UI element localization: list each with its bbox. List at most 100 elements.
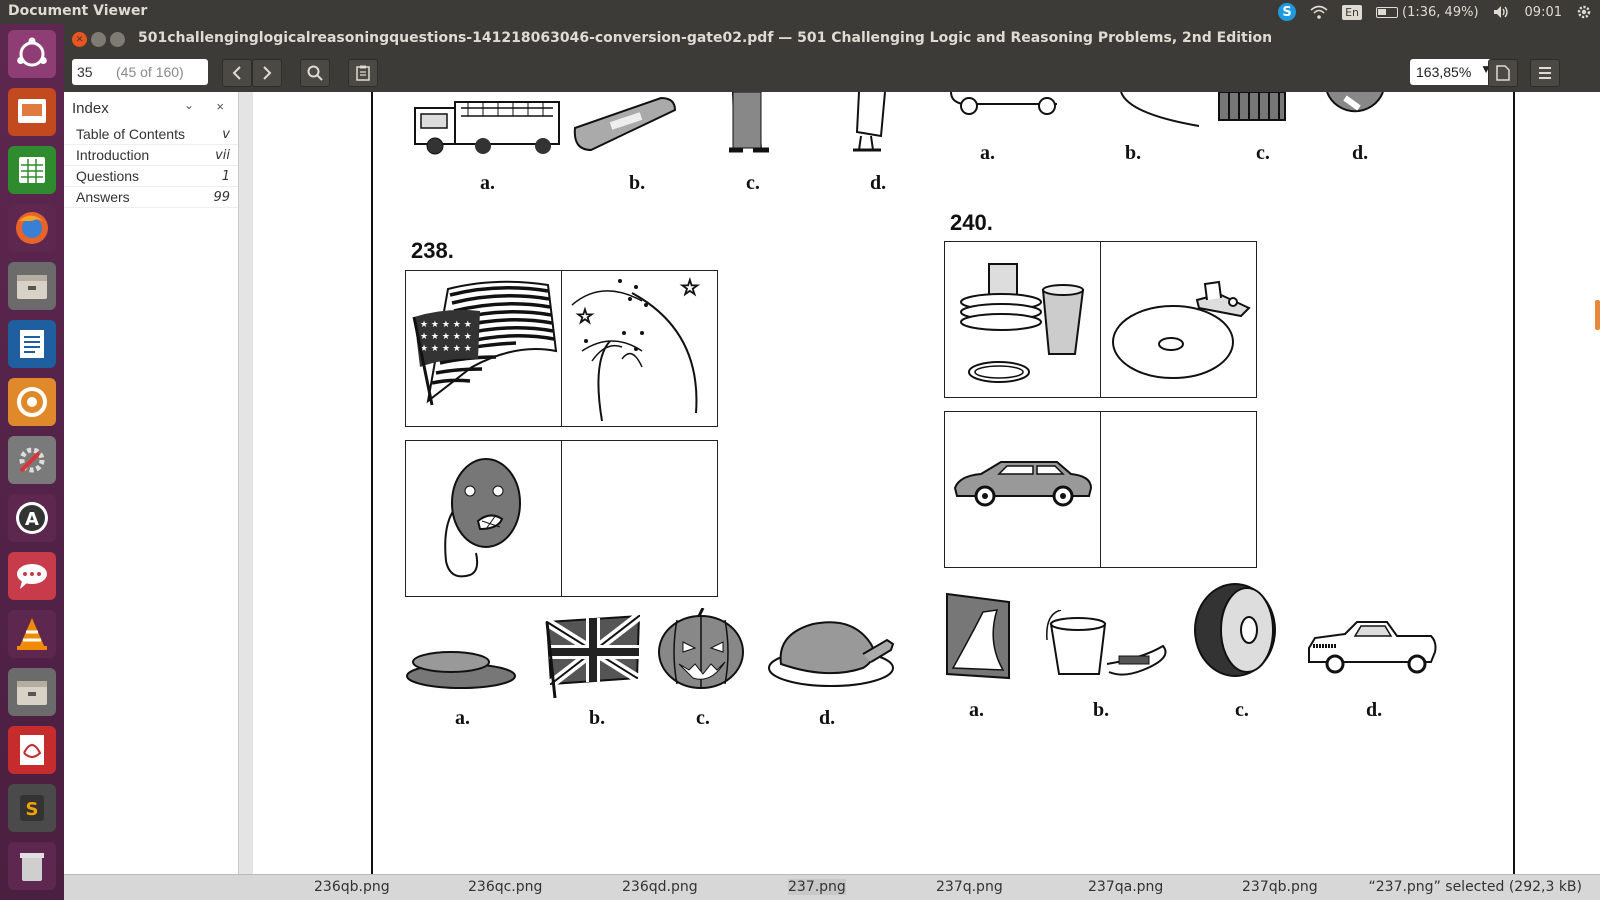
- top-panel: Document Viewer S En (1:36, 49%) 09:01: [0, 0, 1600, 24]
- page-count-label: (45 of 160): [116, 64, 184, 80]
- hot-dog-image: [406, 651, 516, 689]
- page-number-value[interactable]: 35: [72, 64, 116, 80]
- file-item[interactable]: 236qd.png: [622, 879, 698, 895]
- wifi-icon[interactable]: [1310, 5, 1328, 19]
- trash-icon[interactable]: [8, 842, 56, 890]
- bucket-and-brush-image: [1046, 610, 1167, 676]
- keyboard-layout-indicator[interactable]: En: [1342, 4, 1363, 20]
- option-label: b.: [589, 707, 606, 729]
- chevron-right-icon: [263, 66, 272, 80]
- next-page-button[interactable]: [252, 59, 282, 87]
- gear-icon[interactable]: [1576, 4, 1592, 20]
- svg-text:S: S: [26, 799, 39, 820]
- pickup-truck-image: [1308, 621, 1437, 674]
- menu-button[interactable]: [1530, 59, 1560, 87]
- launcher: A S: [0, 24, 64, 900]
- writer-icon[interactable]: [8, 320, 56, 368]
- vlc-icon[interactable]: [8, 610, 56, 658]
- close-sidebar-button[interactable]: ×: [216, 99, 224, 114]
- file-item[interactable]: 237q.png: [936, 879, 1003, 895]
- option-label: a.: [980, 142, 995, 164]
- index-item-page: 1: [221, 168, 230, 184]
- option-label: d.: [1366, 699, 1383, 721]
- sidebar-splitter[interactable]: [239, 92, 253, 874]
- index-item-page: 99: [213, 189, 230, 205]
- option-label: b.: [1125, 142, 1142, 164]
- shotwell-icon[interactable]: [8, 378, 56, 426]
- index-item-page: v: [222, 126, 230, 142]
- maximize-window-button[interactable]: [110, 32, 125, 47]
- file-item-selected[interactable]: 237.png: [788, 879, 846, 895]
- document-view-button[interactable]: [1488, 59, 1518, 87]
- battery-status: (1:36, 49%): [1402, 4, 1479, 20]
- annotations-button[interactable]: [348, 59, 378, 87]
- document-icon: [1496, 65, 1510, 81]
- analogy-cell: [944, 411, 1101, 568]
- question-number: 238.: [411, 238, 454, 263]
- volume-icon[interactable]: [1493, 5, 1511, 19]
- close-window-button[interactable]: ✕: [72, 32, 87, 47]
- index-item-page: vii: [215, 147, 230, 163]
- search-button[interactable]: [300, 59, 330, 87]
- document-page[interactable]: a. b. c. d. a. b. c. d. 238. ★ ★ ★ ★ ★ ★…: [253, 92, 1600, 874]
- option-label: a.: [480, 172, 495, 194]
- files-icon[interactable]: [8, 262, 56, 310]
- document-viewer-icon[interactable]: [8, 726, 56, 774]
- background-file-strip: 236qb.png 236qc.png 236qd.png 237.png 23…: [64, 874, 1600, 900]
- jack-o-lantern-image: [658, 608, 744, 689]
- ubuntu-logo-icon[interactable]: [8, 30, 56, 78]
- software-updater-icon[interactable]: A: [8, 494, 56, 542]
- hamburger-menu-icon: [1539, 67, 1551, 79]
- sublime-text-icon[interactable]: S: [8, 784, 56, 832]
- cart-image: [950, 92, 1057, 115]
- battery-indicator[interactable]: (1:36, 49%): [1376, 5, 1479, 20]
- svg-text:★ ★ ★ ★ ★: ★ ★ ★ ★ ★: [420, 332, 472, 342]
- page-border-right: [1513, 92, 1515, 874]
- file-item[interactable]: 237qb.png: [1242, 879, 1318, 895]
- sidebar-title[interactable]: Index: [72, 100, 109, 117]
- svg-text:★ ★ ★ ★ ★: ★ ★ ★ ★ ★: [420, 320, 472, 330]
- index-item-questions[interactable]: Questions 1: [64, 166, 238, 187]
- option-label: d.: [1352, 142, 1369, 164]
- index-item-introduction[interactable]: Introduction vii: [64, 145, 238, 166]
- calc-icon[interactable]: [8, 146, 56, 194]
- framed-picture-image: [946, 592, 1010, 680]
- clock[interactable]: 09:01: [1525, 5, 1562, 20]
- svg-text:☆: ☆: [576, 304, 594, 328]
- zoom-selector[interactable]: 163,85% ▼: [1410, 59, 1500, 85]
- minimize-window-button[interactable]: [91, 32, 106, 47]
- analogy-cell: [1100, 241, 1257, 398]
- option-label: b.: [629, 172, 646, 194]
- scrollbar-indicator[interactable]: [1595, 300, 1600, 330]
- page-entry[interactable]: 35 (45 of 160): [72, 59, 208, 85]
- standing-person-image: [729, 92, 769, 153]
- american-flag-image: ★ ★ ★ ★ ★ ★ ★ ★ ★ ★ ★ ★ ★ ★ ★: [412, 280, 558, 406]
- skype-icon[interactable]: S: [1278, 3, 1297, 21]
- round-object-image: [1326, 92, 1384, 113]
- option-label: c.: [696, 707, 710, 729]
- previous-page-button[interactable]: [222, 59, 252, 87]
- toolbar: 35 (45 of 160) 163,85% ▼: [64, 54, 1600, 92]
- file-item[interactable]: 236qc.png: [468, 879, 542, 895]
- index-item-table-of-contents[interactable]: Table of Contents v: [64, 124, 238, 145]
- option-label: c.: [1256, 142, 1270, 164]
- file-item[interactable]: 236qb.png: [314, 879, 390, 895]
- system-settings-icon[interactable]: [8, 436, 56, 484]
- file-item[interactable]: 237qa.png: [1088, 879, 1163, 895]
- option-label: a.: [455, 707, 470, 729]
- window-title: 501challenginglogicalreasoningquestions-…: [138, 30, 1273, 46]
- page-border-left: [371, 92, 373, 874]
- zoom-value: 163,85%: [1416, 64, 1472, 80]
- firefox-icon[interactable]: [8, 204, 56, 252]
- dishes-image: [960, 263, 1085, 383]
- files-icon[interactable]: [8, 668, 56, 716]
- index-item-answers[interactable]: Answers 99: [64, 187, 238, 208]
- chevron-down-icon[interactable]: ⌄: [184, 98, 194, 112]
- analogy-cell: ☆ ☆: [561, 270, 718, 427]
- british-flag-image: [545, 614, 642, 699]
- svg-text:A: A: [25, 509, 39, 530]
- sink-image: [1112, 280, 1251, 379]
- impress-icon[interactable]: [8, 88, 56, 136]
- chat-icon[interactable]: [8, 552, 56, 600]
- index-item-label: Answers: [76, 189, 130, 205]
